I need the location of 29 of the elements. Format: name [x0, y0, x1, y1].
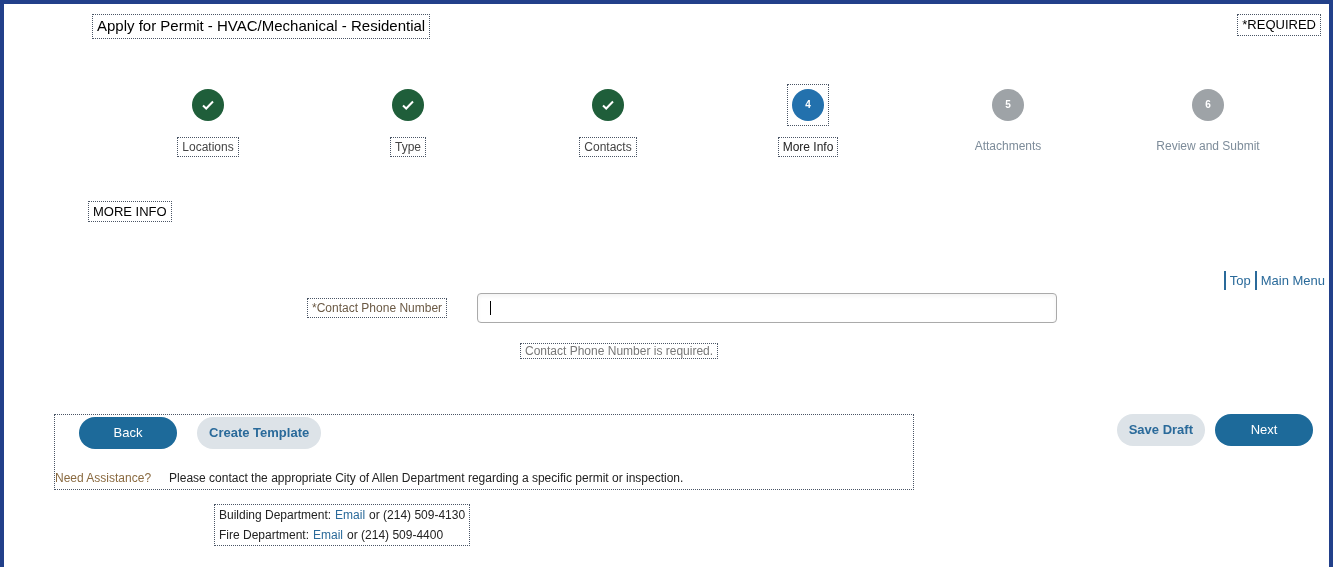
- step-label[interactable]: Contacts: [579, 136, 637, 157]
- primary-button[interactable]: Next: [1215, 414, 1313, 446]
- secondary-button[interactable]: Create Template: [197, 417, 322, 449]
- nav-link[interactable]: Top: [1223, 270, 1255, 290]
- email-link[interactable]: Email: [335, 505, 366, 525]
- assistance-label: Need Assistance?: [55, 470, 152, 487]
- department-name: Building Department:: [219, 507, 332, 524]
- assistance-text: Please contact the appropriate City of Allen Department regarding a specific permit or inspection.: [169, 470, 684, 487]
- step-number: 6: [1192, 88, 1224, 121]
- primary-button[interactable]: Back: [79, 417, 177, 449]
- department-name: Fire Department:: [219, 527, 310, 544]
- step-label[interactable]: Locations: [177, 136, 239, 157]
- page-title: Apply for Permit - HVAC/Mechanical - Residential: [92, 14, 431, 39]
- step-label[interactable]: Type: [390, 136, 426, 157]
- section-heading: MORE INFO: [88, 200, 172, 222]
- required-note: *REQUIRED: [1237, 14, 1321, 36]
- phone-number: or (214) 509-4400: [347, 527, 444, 544]
- step-label: Attachments: [973, 137, 1043, 155]
- phone-input-field[interactable]: [477, 293, 1058, 323]
- step-label[interactable]: More Info: [777, 136, 839, 157]
- step-number[interactable]: 4: [792, 88, 824, 121]
- step-number: 5: [992, 88, 1024, 121]
- nav-link[interactable]: Main Menu: [1254, 270, 1329, 290]
- phone-number: or (214) 509-4130: [369, 507, 466, 524]
- step-label: Review and Submit: [1155, 137, 1261, 155]
- error-message: Contact Phone Number is required.: [520, 343, 719, 359]
- email-link[interactable]: Email: [313, 525, 344, 545]
- field-label: *Contact Phone Number: [307, 298, 448, 318]
- secondary-button[interactable]: Save Draft: [1116, 414, 1205, 446]
